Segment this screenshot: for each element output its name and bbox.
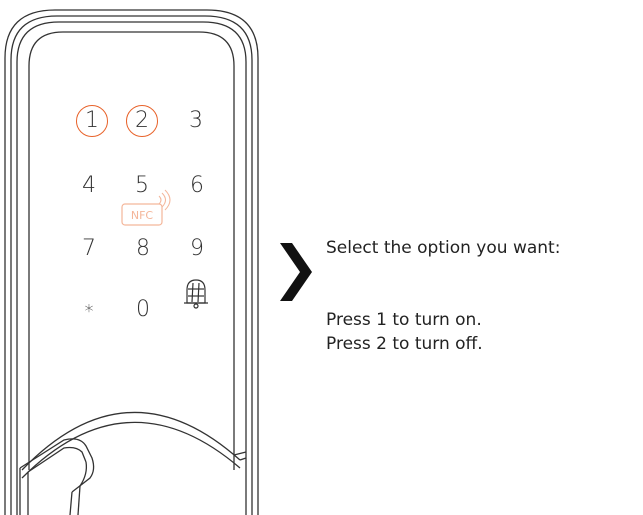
key-2[interactable]: 2 <box>122 101 162 141</box>
key-4[interactable]: 4 <box>69 166 109 206</box>
key-0[interactable]: 0 <box>123 290 163 330</box>
key-7-label: 7 <box>82 236 96 261</box>
instruction-turn-off: Press 2 to turn off. <box>326 334 483 354</box>
key-5-label: 5 <box>135 173 149 198</box>
key-6[interactable]: 6 <box>177 166 217 206</box>
key-0-label: 0 <box>136 297 150 322</box>
bell-hash-icon[interactable] <box>184 279 208 309</box>
key-7[interactable]: 7 <box>69 229 109 269</box>
key-4-label: 4 <box>82 173 96 198</box>
key-3[interactable]: 3 <box>176 101 216 141</box>
key-3-label: 3 <box>189 108 203 133</box>
key-8[interactable]: 8 <box>123 229 163 269</box>
chevron-right-icon <box>280 243 312 301</box>
instruction-turn-on: Press 1 to turn on. <box>326 310 482 330</box>
key-star-label: * <box>84 301 94 322</box>
nfc-label: NFC <box>131 209 154 222</box>
key-1[interactable]: 1 <box>72 101 112 141</box>
key-8-label: 8 <box>136 236 150 261</box>
key-9[interactable]: 9 <box>177 229 217 269</box>
key-9-label: 9 <box>190 236 204 261</box>
key-1-label: 1 <box>76 105 108 137</box>
key-star[interactable]: * <box>69 292 109 332</box>
key-6-label: 6 <box>190 173 204 198</box>
key-5[interactable]: 5 <box>122 166 162 206</box>
key-2-label: 2 <box>126 105 158 137</box>
instruction-prompt: Select the option you want: <box>326 238 561 258</box>
instructions-panel: Select the option you want: Press 1 to t… <box>326 236 638 356</box>
